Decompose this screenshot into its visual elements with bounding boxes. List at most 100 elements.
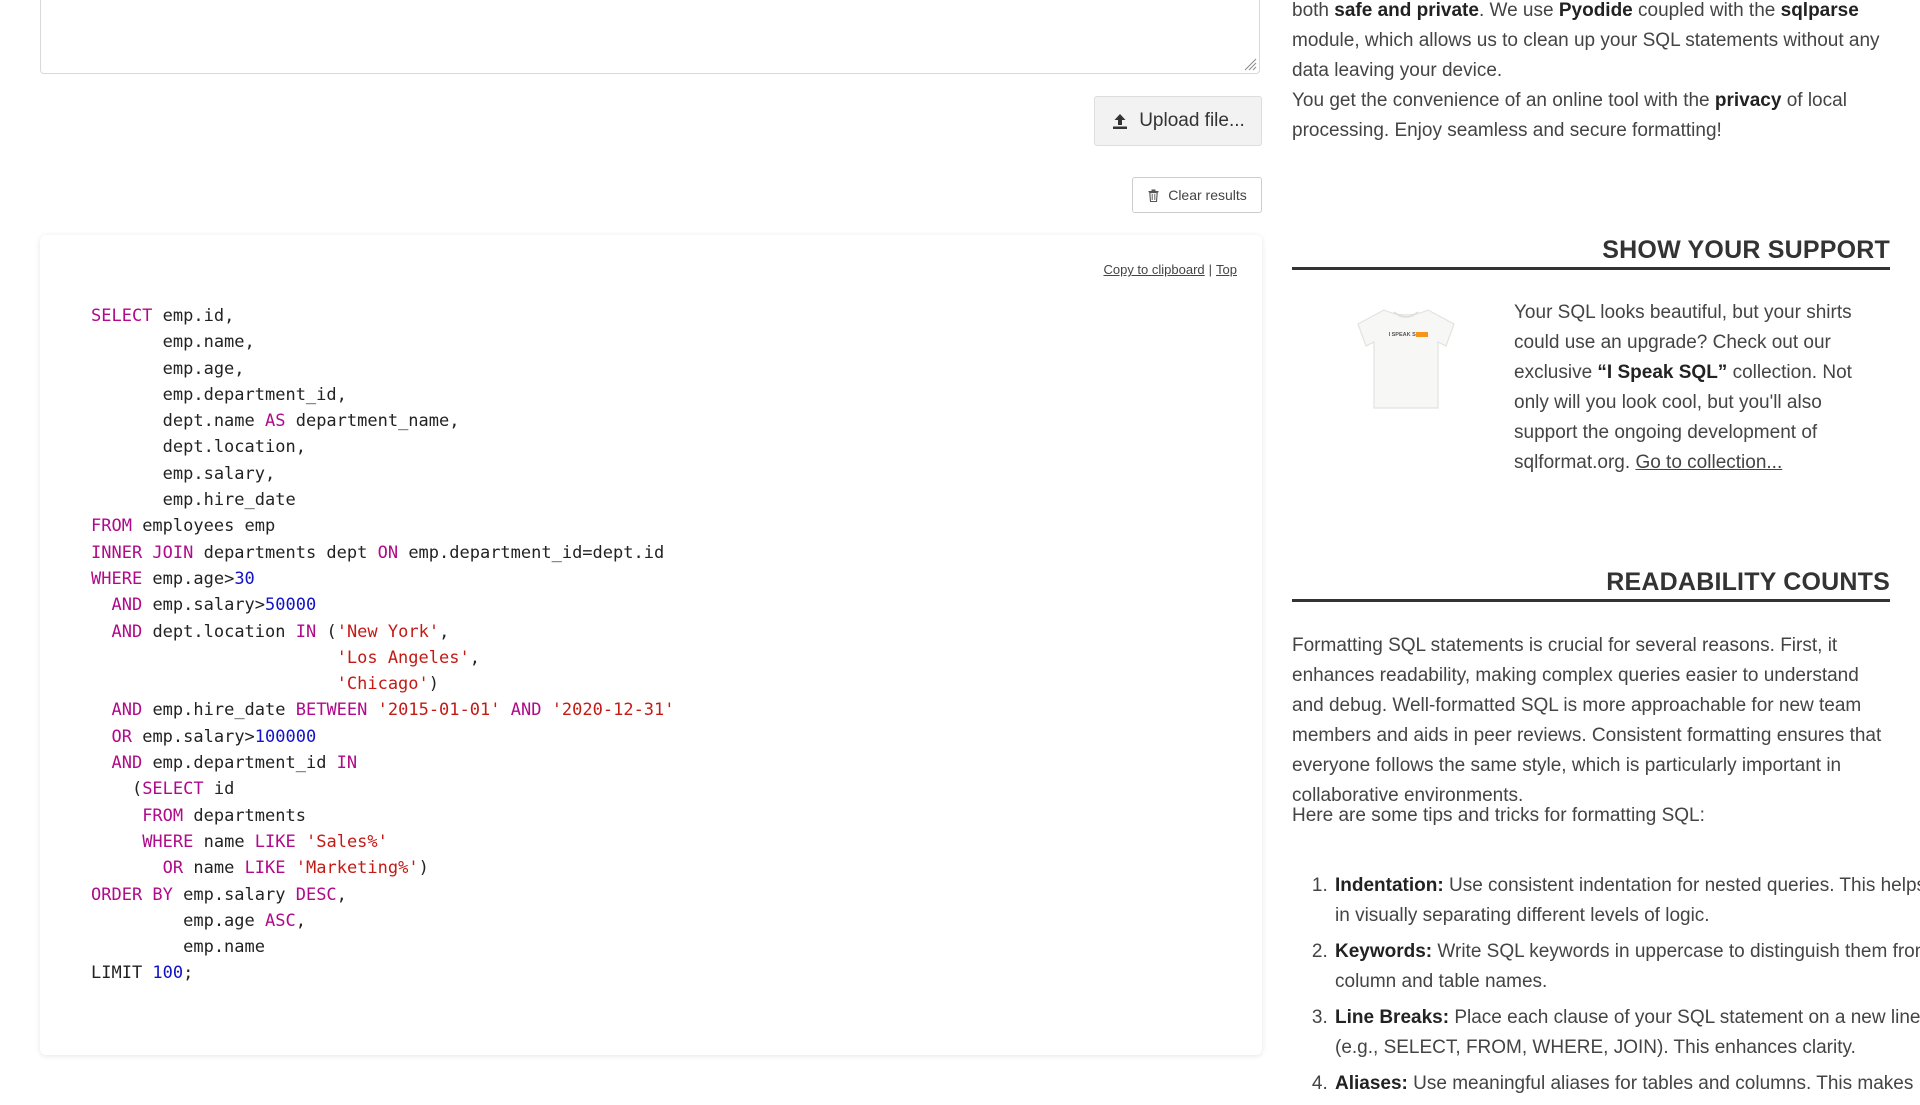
sql-text: ; — [183, 963, 194, 984]
support-heading: SHOW YOUR SUPPORT — [1292, 236, 1890, 270]
sql-number: 100 — [152, 963, 184, 984]
upload-file-button[interactable]: Upload file... — [1094, 96, 1262, 146]
sql-text: department_name, — [285, 411, 460, 432]
sql-keyword: ON — [377, 542, 399, 563]
intro-paragraph-2: You get the convenience of an online too… — [1292, 90, 1847, 141]
sql-keyword: FROM — [91, 516, 132, 537]
sql-text: LIMIT — [91, 963, 153, 984]
sql-text: emp.department_id=dept.id — [398, 542, 665, 563]
sql-keyword: OR — [162, 858, 184, 879]
sql-text: emp.age — [91, 910, 265, 931]
sql-text: emp.age> — [142, 568, 235, 589]
sql-text: dept.name — [91, 411, 265, 432]
readability-heading: READABILITY COUNTS — [1292, 568, 1890, 602]
shirt-print-accent — [1416, 332, 1428, 337]
sql-text: emp.name — [91, 937, 265, 958]
sql-keyword: OR — [111, 726, 132, 747]
go-to-collection-link[interactable]: Go to collection... — [1635, 452, 1782, 473]
sql-text: emp.age, — [91, 358, 245, 379]
formatted-result-panel: Copy to clipboard | Top SELECT emp.id, emp… — [40, 235, 1262, 1055]
sql-text: emp.department_id, — [91, 384, 347, 405]
sql-keyword: DESC — [295, 884, 337, 905]
sql-text: id — [203, 779, 235, 800]
code-line: OR emp.salary>100000 — [91, 727, 316, 747]
upload-file-label: Upload file... — [1139, 110, 1245, 131]
code-line: emp.name, — [91, 332, 255, 352]
sql-text: emp.salary, — [91, 463, 276, 484]
sql-keyword: AND — [510, 700, 542, 721]
sql-text: ( — [91, 779, 143, 800]
sql-text: , — [336, 884, 347, 905]
tshirt-image[interactable]: I SPEAK SQL — [1346, 298, 1466, 418]
sql-keyword: INNER JOIN — [91, 542, 194, 563]
clear-results-button[interactable]: Clear results — [1132, 177, 1262, 213]
code-line: emp.department_id, — [91, 385, 347, 405]
sql-keyword: AND — [111, 595, 143, 616]
sql-text: emp.salary — [172, 884, 296, 905]
sql-text: ( — [316, 621, 337, 642]
code-line: WHERE name LIKE 'Sales%' — [91, 832, 388, 852]
sql-keyword: FROM — [142, 805, 184, 826]
code-line: OR name LIKE 'Marketing%') — [91, 858, 429, 878]
sql-keyword: IN — [336, 753, 358, 774]
code-line: SELECT emp.id, — [91, 306, 234, 326]
sql-text: dept.location — [142, 621, 296, 642]
sql-keyword: LIKE — [254, 831, 296, 852]
sql-text: departments — [183, 805, 306, 826]
sql-keyword: SELECT — [91, 306, 153, 326]
code-line: 'Los Angeles', — [91, 648, 480, 668]
sql-number: 30 — [234, 568, 255, 589]
sql-text: emp.hire_date — [91, 490, 296, 511]
sql-text: name — [193, 831, 255, 852]
code-line: INNER JOIN departments dept ON emp.depar… — [91, 543, 664, 563]
result-links: Copy to clipboard | Top — [1103, 262, 1237, 277]
top-link[interactable]: Top — [1216, 262, 1237, 277]
sql-text: dept.location, — [91, 437, 306, 458]
resize-grip-icon[interactable] — [1241, 55, 1257, 71]
sql-keyword: AND — [111, 700, 143, 721]
code-line: emp.salary, — [91, 463, 276, 484]
code-line: FROM departments — [91, 806, 306, 826]
code-line: emp.age ASC, — [91, 911, 306, 931]
sql-keyword: LIKE — [244, 858, 286, 879]
sql-keyword: AND — [111, 753, 143, 774]
sql-string: 'Sales%' — [306, 831, 388, 852]
sql-string: 'New York' — [336, 621, 440, 642]
code-line: emp.age, — [91, 359, 245, 379]
formatted-sql-code[interactable]: SELECT emp.id, emp.name, emp.age, emp.de… — [91, 303, 675, 987]
sql-input-textarea[interactable] — [40, 0, 1260, 74]
sql-text: emp.hire_date — [142, 700, 296, 721]
clear-results-label: Clear results — [1168, 187, 1247, 203]
sql-string: 'Marketing%' — [295, 858, 419, 879]
code-line: FROM employees emp — [91, 516, 275, 536]
sql-text: departments dept — [193, 542, 378, 563]
sql-string: '2015-01-01' — [377, 700, 501, 721]
code-line: emp.name — [91, 937, 265, 957]
tips-list: Indentation: Use consistent indentation … — [1292, 871, 1920, 1105]
trash-icon — [1148, 189, 1159, 202]
upload-icon — [1113, 114, 1128, 129]
code-line: WHERE emp.age>30 — [91, 569, 255, 589]
copy-to-clipboard-link[interactable]: Copy to clipboard — [1103, 262, 1204, 277]
code-line: AND emp.department_id IN — [91, 753, 357, 773]
sql-keyword: BETWEEN — [295, 700, 368, 721]
tip-item: Line Breaks: Place each clause of your S… — [1333, 1003, 1920, 1063]
sql-keyword: WHERE — [91, 568, 143, 589]
intro-paragraph-1: both safe and private. We use Pyodide co… — [1292, 0, 1880, 81]
tip-item: Aliases: Use meaningful aliases for tabl… — [1333, 1069, 1920, 1099]
readability-paragraph: Formatting SQL statements is crucial for… — [1292, 635, 1882, 806]
sql-text: ) — [418, 858, 429, 879]
sql-string: 'Los Angeles' — [336, 647, 470, 668]
